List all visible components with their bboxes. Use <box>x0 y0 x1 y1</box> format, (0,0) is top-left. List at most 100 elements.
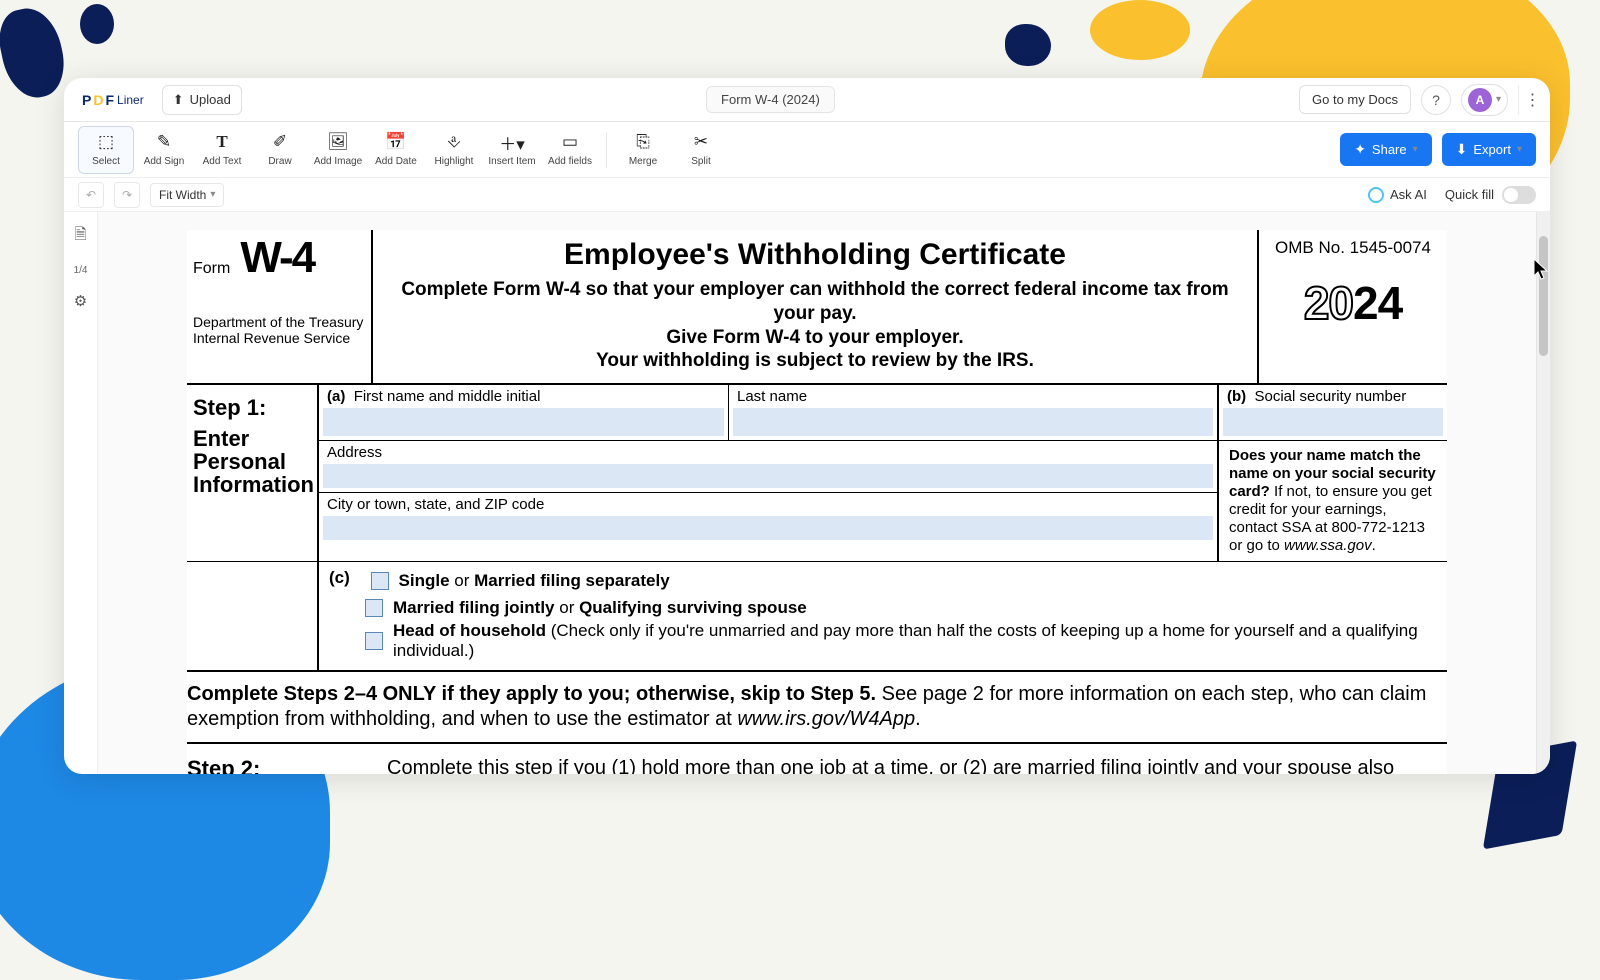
document-canvas[interactable]: Form W-4 Department of the Treasury Inte… <box>98 212 1536 774</box>
upload-icon: ⬆ <box>173 92 184 108</box>
tool-add-image[interactable]: 🖼Add Image <box>310 126 366 174</box>
form-id-block: Form W-4 Department of the Treasury Inte… <box>187 230 373 383</box>
tool-draw[interactable]: ✐Draw <box>252 126 308 174</box>
tool-split[interactable]: ✂Split <box>673 126 729 174</box>
chevron-down-icon: ▾ <box>210 189 215 200</box>
image-icon: 🖼 <box>327 132 349 152</box>
upload-button[interactable]: ⬆ Upload <box>162 85 242 115</box>
tool-add-sign[interactable]: ✎Add Sign <box>136 126 192 174</box>
c-row: (c) Single or Married filing separately … <box>319 562 1447 670</box>
undo-button[interactable]: ↶ <box>78 182 104 208</box>
address-input[interactable] <box>323 464 1213 488</box>
ai-icon <box>1368 187 1384 203</box>
form-header: Form W-4 Department of the Treasury Inte… <box>187 230 1447 385</box>
filing-status-row: (c) Single or Married filing separately … <box>187 562 1447 672</box>
filing-status-fields: (c) Single or Married filing separately … <box>317 562 1447 670</box>
decor-navy-topleft <box>0 3 71 104</box>
app-window: PDFLiner ⬆ Upload Form W-4 (2024) Go to … <box>64 78 1550 774</box>
document-title[interactable]: Form W-4 (2024) <box>706 86 835 113</box>
chevron-down-icon: ▾ <box>1496 94 1501 105</box>
tool-group-page: ⎘Merge ✂Split <box>615 126 729 174</box>
step2-num: Step 2: <box>187 756 387 774</box>
step2-row: Step 2: Multiple Jobs or Spouse Complete… <box>187 744 1447 774</box>
date-icon: 📅 <box>385 132 406 152</box>
merge-icon: ⎘ <box>636 132 650 152</box>
header-bar: PDFLiner ⬆ Upload Form W-4 (2024) Go to … <box>64 78 1550 122</box>
tool-insert-item[interactable]: ＋▾Insert Item <box>484 126 540 174</box>
checkbox-single[interactable] <box>371 572 389 590</box>
first-name-cell: (a) First name and middle initial <box>319 385 729 440</box>
form-sub2: Give Form W-4 to your employer. <box>389 326 1241 350</box>
chevron-down-icon: ▾ <box>1517 144 1522 155</box>
checkbox-head-household[interactable] <box>365 632 383 650</box>
zoom-select[interactable]: Fit Width▾ <box>150 183 224 207</box>
ssn-cell: (b) Social security number <box>1219 385 1447 441</box>
help-button[interactable]: ? <box>1421 85 1451 115</box>
checkbox-married-jointly[interactable] <box>365 599 383 617</box>
upload-label: Upload <box>190 92 231 107</box>
ssn-input[interactable] <box>1223 408 1443 436</box>
form-title: Employee's Withholding Certificate <box>389 238 1241 272</box>
tax-year: 2024 <box>1269 276 1437 330</box>
header-right: Go to my Docs ? A ▾ ⋮ <box>1299 84 1538 116</box>
settings-icon[interactable]: ⚙ <box>74 292 87 310</box>
step2-p1: Complete this step if you (1) hold more … <box>387 756 1447 774</box>
address-cell: Address <box>319 441 1217 493</box>
tool-group-edit: ⬚Select ✎Add Sign TAdd Text ✐Draw 🖼Add I… <box>78 126 598 174</box>
dept-line1: Department of the Treasury <box>193 314 365 331</box>
toolbar-right: ✦Share▾ ⬇Export▾ <box>1340 133 1536 166</box>
tool-add-fields[interactable]: ▭Add fields <box>542 126 598 174</box>
split-icon: ✂ <box>694 132 708 152</box>
city-input[interactable] <box>323 516 1213 540</box>
quick-fill-toggle: Quick fill <box>1445 186 1536 204</box>
more-menu-button[interactable]: ⋮ <box>1518 85 1538 115</box>
form-sub3: Your withholding is subject to review by… <box>389 349 1241 373</box>
avatar: A <box>1468 88 1492 112</box>
decor-navy-dot <box>80 4 114 44</box>
tool-merge[interactable]: ⎘Merge <box>615 126 671 174</box>
form-meta-block: OMB No. 1545-0074 2024 <box>1257 230 1447 383</box>
last-name-input[interactable] <box>733 408 1213 436</box>
tool-add-date[interactable]: 📅Add Date <box>368 126 424 174</box>
omb-number: OMB No. 1545-0074 <box>1269 238 1437 258</box>
step1-row: Step 1: Enter Personal Information (a) F… <box>187 385 1447 562</box>
form-page: Form W-4 Department of the Treasury Inte… <box>187 230 1447 774</box>
toggle-switch[interactable] <box>1502 186 1536 204</box>
ssn-question: Does your name match the name on your so… <box>1219 441 1447 561</box>
ask-ai-button[interactable]: Ask AI <box>1368 187 1427 203</box>
dept-line2: Internal Revenue Service <box>193 330 365 347</box>
draw-icon: ✐ <box>273 132 287 152</box>
scrollbar-thumb[interactable] <box>1539 236 1548 356</box>
export-icon: ⬇ <box>1456 141 1468 158</box>
main-area: 🗎 1/4 ⚙ Form W-4 Department of the Treas… <box>64 212 1550 774</box>
insert-icon: ＋▾ <box>499 132 525 152</box>
sub-toolbar: ↶ ↷ Fit Width▾ Ask AI Quick fill <box>64 178 1550 212</box>
vertical-scrollbar[interactable] <box>1536 212 1550 774</box>
toolbar: ⬚Select ✎Add Sign TAdd Text ✐Draw 🖼Add I… <box>64 122 1550 178</box>
name-row: (a) First name and middle initial Last n… <box>319 385 1217 441</box>
step2-body: Complete this step if you (1) hold more … <box>387 756 1447 774</box>
go-to-docs-button[interactable]: Go to my Docs <box>1299 85 1411 114</box>
first-name-input[interactable] <box>323 408 724 436</box>
fields-icon: ▭ <box>562 132 578 152</box>
tool-highlight[interactable]: ⎀Highlight <box>426 126 482 174</box>
tool-add-text[interactable]: TAdd Text <box>194 126 250 174</box>
side-rail: 🗎 1/4 ⚙ <box>64 212 98 774</box>
page-indicator: 1/4 <box>74 265 88 276</box>
redo-button[interactable]: ↷ <box>114 182 140 208</box>
share-button[interactable]: ✦Share▾ <box>1340 133 1431 166</box>
subbar-right: Ask AI Quick fill <box>1368 186 1536 204</box>
decor-yellow-tail <box>1090 0 1190 60</box>
logo[interactable]: PDFLiner <box>76 92 150 108</box>
account-menu[interactable]: A ▾ <box>1461 84 1508 116</box>
decor-navy-mid <box>1005 24 1051 66</box>
step2-label: Step 2: Multiple Jobs or Spouse <box>187 756 387 774</box>
skip-notice: Complete Steps 2–4 ONLY if they apply to… <box>187 672 1447 744</box>
step1-text: Enter Personal Information <box>193 427 311 496</box>
form-word: Form <box>193 260 230 278</box>
export-button[interactable]: ⬇Export▾ <box>1442 133 1536 166</box>
ssn-column: (b) Social security number Does your nam… <box>1217 385 1447 561</box>
pages-icon[interactable]: 🗎 <box>74 224 86 249</box>
chevron-down-icon: ▾ <box>1413 144 1418 155</box>
tool-select[interactable]: ⬚Select <box>78 126 134 174</box>
